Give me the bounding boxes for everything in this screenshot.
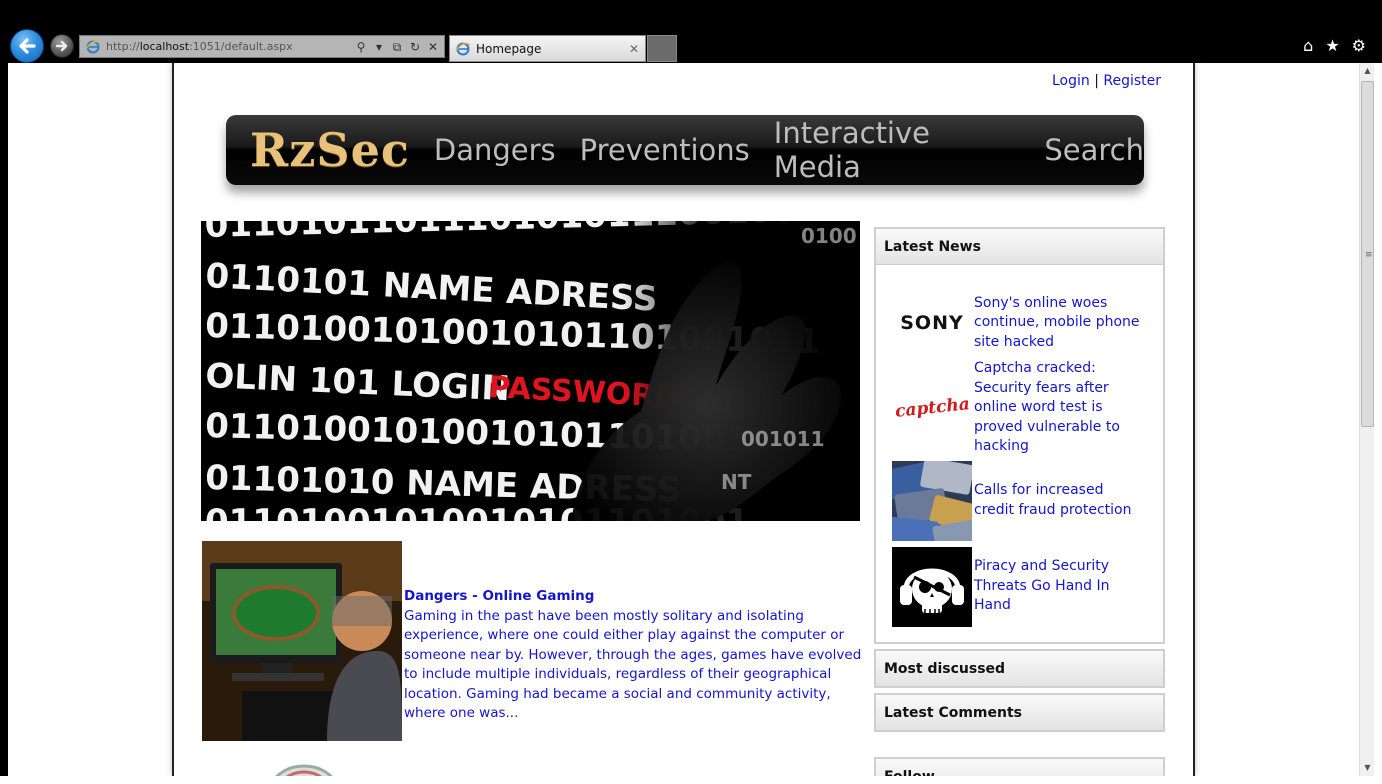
page-viewport: Login | Register RzSec Dangers Preventio… (8, 63, 1359, 776)
article-title[interactable]: Dangers - Online Gaming (404, 587, 874, 607)
hero-fragment-2: 001011 (741, 427, 825, 451)
auth-links: Login | Register (1052, 73, 1161, 89)
forward-button[interactable] (50, 34, 74, 58)
auth-separator: | (1094, 73, 1099, 89)
search-icon[interactable]: ⚲ (354, 39, 368, 55)
main-nav: RzSec Dangers Preventions Interactive Me… (226, 115, 1144, 185)
ie-page-icon (86, 40, 100, 53)
nav-item-dangers[interactable]: Dangers (434, 133, 556, 167)
hero-image: 0110101101110101011100100 0110101 NAME A… (201, 221, 860, 521)
news-thumb-captcha: captcha (892, 368, 972, 448)
address-bar[interactable]: http://localhost:1051/default.aspx ⚲ ▾ ⧉… (79, 35, 445, 58)
captcha-logo: captcha (893, 393, 971, 422)
window-bottom-edge (0, 776, 1382, 784)
page-container: Login | Register RzSec Dangers Preventio… (172, 63, 1195, 776)
scroll-grip-icon: ≡ (1365, 250, 1373, 260)
news-thumb-credit-cards (892, 460, 972, 541)
tab-homepage[interactable]: Homepage ✕ (449, 35, 646, 62)
refresh-icon[interactable]: ↻ (408, 39, 422, 55)
bottom-partial-logo (275, 764, 333, 776)
scroll-down-arrow-icon[interactable]: ▼ (1360, 760, 1375, 776)
follow-box: Follow (874, 757, 1165, 776)
news-item-sony[interactable]: SONY Sony's online woes continue, mobile… (892, 283, 1163, 363)
news-item-credit[interactable]: Calls for increased credit fraud protect… (892, 460, 1163, 541)
back-button[interactable] (10, 29, 44, 63)
article-thumbnail[interactable] (202, 541, 402, 741)
follow-title[interactable]: Follow (876, 759, 1163, 776)
latest-comments-box: Latest Comments (874, 693, 1165, 732)
url-prefix: http:// (106, 40, 140, 53)
scroll-thumb[interactable]: ≡ (1361, 81, 1374, 427)
hero-fragment-3: NT (721, 470, 752, 494)
back-arrow-icon (19, 38, 36, 54)
url-host: localhost (139, 40, 190, 53)
most-discussed-box: Most discussed (874, 649, 1165, 688)
compatibility-icon[interactable]: ⧉ (390, 39, 404, 55)
browser-chrome: http://localhost:1051/default.aspx ⚲ ▾ ⧉… (0, 0, 1382, 63)
news-link-piracy[interactable]: Piracy and Security Threats Go Hand In H… (974, 557, 1146, 616)
latest-comments-title[interactable]: Latest Comments (876, 695, 1163, 730)
dropdown-icon[interactable]: ▾ (372, 39, 386, 55)
window-right-edge (1374, 63, 1382, 776)
settings-gear-icon[interactable]: ⚙ (1352, 36, 1366, 56)
news-thumb-sony: SONY (892, 283, 972, 363)
news-link-sony[interactable]: Sony's online woes continue, mobile phon… (974, 294, 1146, 353)
scroll-up-arrow-icon[interactable]: ▲ (1360, 63, 1375, 79)
credit-cards-image (892, 460, 972, 541)
ie-tab-icon (456, 42, 470, 55)
article-body[interactable]: Gaming in the past have been mostly soli… (404, 607, 874, 724)
vertical-scrollbar[interactable]: ▲ ≡ ▼ (1359, 63, 1374, 776)
sony-logo: SONY (900, 312, 964, 334)
stop-icon[interactable]: ✕ (426, 39, 440, 55)
binary-password-illustration: 0110101101110101011100100 0110101 NAME A… (201, 221, 860, 521)
news-link-credit[interactable]: Calls for increased credit fraud protect… (974, 481, 1146, 520)
hero-fragment-1: 0100 (801, 224, 857, 248)
news-item-piracy[interactable]: Piracy and Security Threats Go Hand In H… (892, 546, 1163, 627)
news-thumb-piracy (892, 546, 972, 627)
online-gaming-photo (202, 541, 402, 741)
register-link[interactable]: Register (1103, 73, 1161, 89)
tab-close-icon[interactable]: ✕ (629, 42, 639, 56)
url-rest: :1051/default.aspx (189, 40, 293, 53)
article-teaser: Dangers - Online Gaming Gaming in the pa… (404, 587, 874, 724)
site-logo[interactable]: RzSec (250, 123, 410, 177)
nav-item-interactive-media[interactable]: Interactive Media (774, 116, 1021, 184)
forward-arrow-icon (55, 40, 68, 52)
latest-news-box: Latest News SONY Sony's online woes cont… (874, 227, 1165, 644)
news-item-captcha[interactable]: captcha Captcha cracked: Security fears … (892, 359, 1163, 457)
tab-title: Homepage (476, 41, 542, 56)
home-icon[interactable]: ⌂ (1303, 36, 1313, 56)
nav-item-preventions[interactable]: Preventions (580, 133, 750, 167)
favorites-star-icon[interactable]: ★ (1325, 36, 1339, 56)
new-tab-button[interactable] (647, 35, 677, 62)
nav-item-search[interactable]: Search (1044, 133, 1144, 167)
login-link[interactable]: Login (1052, 73, 1090, 89)
most-discussed-title[interactable]: Most discussed (876, 651, 1163, 686)
news-link-captcha[interactable]: Captcha cracked: Security fears after on… (974, 359, 1146, 457)
latest-news-title: Latest News (876, 229, 1163, 265)
pirate-skull-headphones-icon (892, 546, 972, 627)
